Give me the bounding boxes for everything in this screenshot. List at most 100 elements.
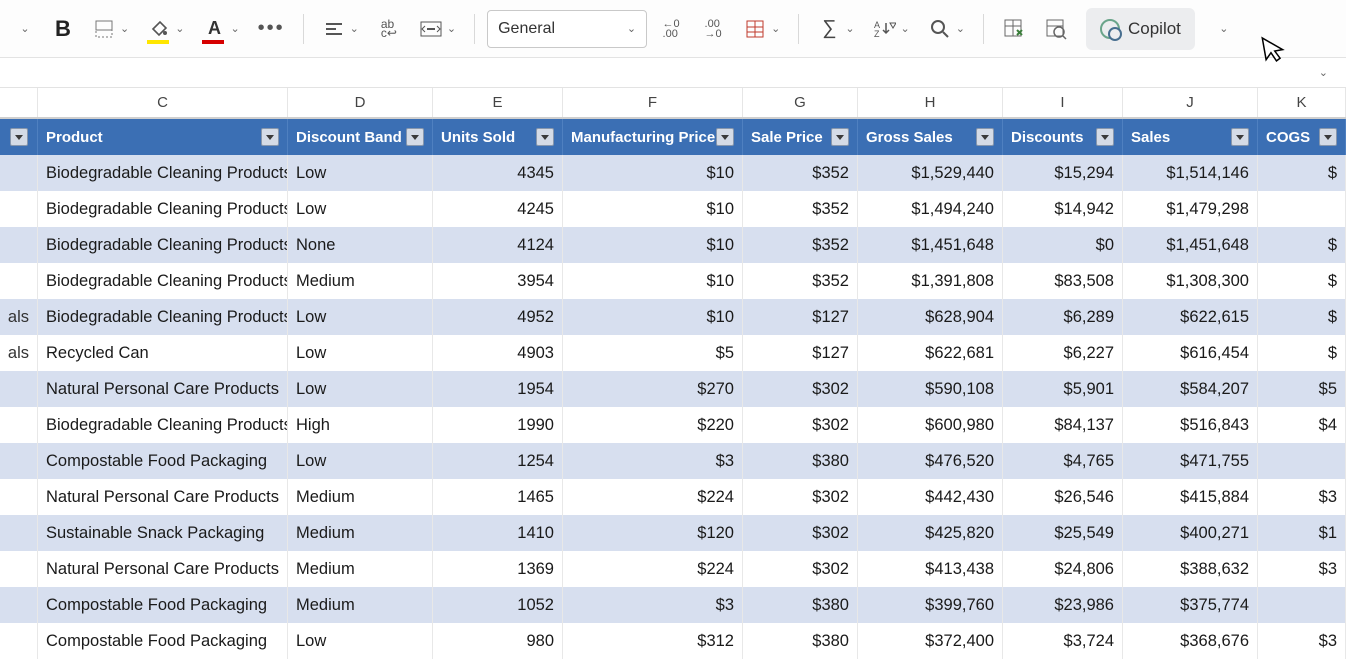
- table-row[interactable]: Biodegradable Cleaning ProductsHigh1990$…: [0, 407, 1346, 443]
- table-cell[interactable]: $400,271: [1123, 515, 1258, 551]
- table-cell[interactable]: $84,137: [1003, 407, 1123, 443]
- table-cell[interactable]: $442,430: [858, 479, 1003, 515]
- table-cell[interactable]: [1258, 443, 1346, 479]
- table-header-cell[interactable]: COGS: [1258, 119, 1346, 155]
- find-button[interactable]: ⌄: [922, 8, 971, 50]
- table-cell[interactable]: $24,806: [1003, 551, 1123, 587]
- table-cell[interactable]: 4952: [433, 299, 563, 335]
- table-cell[interactable]: Compostable Food Packaging: [38, 443, 288, 479]
- table-cell[interactable]: $415,884: [1123, 479, 1258, 515]
- table-cell[interactable]: $220: [563, 407, 743, 443]
- table-cell[interactable]: $628,904: [858, 299, 1003, 335]
- table-cell[interactable]: 3954: [433, 263, 563, 299]
- column-header-cell[interactable]: D: [288, 88, 433, 117]
- table-cell[interactable]: $312: [563, 623, 743, 659]
- table-cell[interactable]: $4,765: [1003, 443, 1123, 479]
- table-cell[interactable]: $471,755: [1123, 443, 1258, 479]
- table-cell[interactable]: $616,454: [1123, 335, 1258, 371]
- table-cell[interactable]: $10: [563, 155, 743, 191]
- table-cell[interactable]: $372,400: [858, 623, 1003, 659]
- table-cell[interactable]: $380: [743, 587, 858, 623]
- table-cell[interactable]: Compostable Food Packaging: [38, 623, 288, 659]
- table-cell[interactable]: $83,508: [1003, 263, 1123, 299]
- table-cell[interactable]: Medium: [288, 479, 433, 515]
- column-header-cell[interactable]: J: [1123, 88, 1258, 117]
- table-cell[interactable]: $399,760: [858, 587, 1003, 623]
- sort-filter-button[interactable]: AZ ⌄: [867, 8, 916, 50]
- table-cell[interactable]: $380: [743, 443, 858, 479]
- undo-dropdown[interactable]: ⌄: [6, 8, 40, 50]
- column-header-cell[interactable]: K: [1258, 88, 1346, 117]
- table-cell[interactable]: $375,774: [1123, 587, 1258, 623]
- table-cell[interactable]: [0, 227, 38, 263]
- table-cell[interactable]: $127: [743, 299, 858, 335]
- table-cell[interactable]: None: [288, 227, 433, 263]
- table-cell[interactable]: $380: [743, 623, 858, 659]
- table-cell[interactable]: Biodegradable Cleaning Products: [38, 191, 288, 227]
- merge-button[interactable]: ⌄: [413, 8, 462, 50]
- table-cell[interactable]: [1258, 191, 1346, 227]
- table-cell[interactable]: $3: [563, 443, 743, 479]
- table-cell[interactable]: $: [1258, 227, 1346, 263]
- table-cell[interactable]: $1,479,298: [1123, 191, 1258, 227]
- table-header-filter[interactable]: [0, 119, 38, 155]
- table-cell[interactable]: $302: [743, 407, 858, 443]
- filter-dropdown-icon[interactable]: [1096, 128, 1114, 146]
- table-row[interactable]: Compostable Food PackagingLow1254$3$380$…: [0, 443, 1346, 479]
- table-cell[interactable]: $5: [1258, 371, 1346, 407]
- table-cell[interactable]: [0, 371, 38, 407]
- filter-dropdown-icon[interactable]: [716, 128, 734, 146]
- column-headers[interactable]: CDEFGHIJK: [0, 88, 1346, 118]
- table-cell[interactable]: $622,615: [1123, 299, 1258, 335]
- table-row[interactable]: Biodegradable Cleaning ProductsLow4245$1…: [0, 191, 1346, 227]
- filter-dropdown-icon[interactable]: [976, 128, 994, 146]
- table-cell[interactable]: [0, 479, 38, 515]
- table-cell[interactable]: Natural Personal Care Products: [38, 479, 288, 515]
- table-cell[interactable]: 1465: [433, 479, 563, 515]
- table-cell[interactable]: $3: [1258, 623, 1346, 659]
- column-header-cell[interactable]: E: [433, 88, 563, 117]
- table-cell[interactable]: $3: [563, 587, 743, 623]
- column-header-cell[interactable]: I: [1003, 88, 1123, 117]
- table-cell[interactable]: 1052: [433, 587, 563, 623]
- table-cell[interactable]: Biodegradable Cleaning Products: [38, 407, 288, 443]
- table-cell[interactable]: 4903: [433, 335, 563, 371]
- table-cell[interactable]: $224: [563, 551, 743, 587]
- table-row[interactable]: alsRecycled CanLow4903$5$127$622,681$6,2…: [0, 335, 1346, 371]
- table-cell[interactable]: $6,227: [1003, 335, 1123, 371]
- table-cell[interactable]: Biodegradable Cleaning Products: [38, 227, 288, 263]
- font-color-button[interactable]: A ⌄: [196, 8, 245, 50]
- table-cell[interactable]: [0, 407, 38, 443]
- table-cell[interactable]: $4: [1258, 407, 1346, 443]
- table-cell[interactable]: $3: [1258, 479, 1346, 515]
- table-cell[interactable]: Low: [288, 299, 433, 335]
- table-cell[interactable]: Medium: [288, 587, 433, 623]
- table-cell[interactable]: [0, 515, 38, 551]
- table-cell[interactable]: Biodegradable Cleaning Products: [38, 155, 288, 191]
- column-header-cell[interactable]: H: [858, 88, 1003, 117]
- table-cell[interactable]: $14,942: [1003, 191, 1123, 227]
- table-cell[interactable]: $584,207: [1123, 371, 1258, 407]
- table-cell[interactable]: [1258, 587, 1346, 623]
- table-header-cell[interactable]: Units Sold: [433, 119, 563, 155]
- table-cell[interactable]: $302: [743, 371, 858, 407]
- table-cell[interactable]: Low: [288, 335, 433, 371]
- table-header-cell[interactable]: Discounts: [1003, 119, 1123, 155]
- copilot-button[interactable]: Copilot: [1086, 8, 1195, 50]
- table-cell[interactable]: $600,980: [858, 407, 1003, 443]
- table-cell[interactable]: $: [1258, 155, 1346, 191]
- table-cell[interactable]: [0, 587, 38, 623]
- table-cell[interactable]: $352: [743, 155, 858, 191]
- table-header-cell[interactable]: Sales: [1123, 119, 1258, 155]
- table-cell[interactable]: als: [0, 335, 38, 371]
- table-cell[interactable]: Medium: [288, 551, 433, 587]
- table-row[interactable]: Natural Personal Care ProductsLow1954$27…: [0, 371, 1346, 407]
- table-cell[interactable]: $590,108: [858, 371, 1003, 407]
- table-cell[interactable]: $: [1258, 335, 1346, 371]
- table-row[interactable]: Biodegradable Cleaning ProductsMedium395…: [0, 263, 1346, 299]
- filter-dropdown-icon[interactable]: [261, 128, 279, 146]
- number-format-select[interactable]: General ⌄: [487, 10, 647, 48]
- column-header-cell[interactable]: C: [38, 88, 288, 117]
- column-header-cell[interactable]: G: [743, 88, 858, 117]
- ribbon-overflow[interactable]: ⌄: [1205, 8, 1239, 50]
